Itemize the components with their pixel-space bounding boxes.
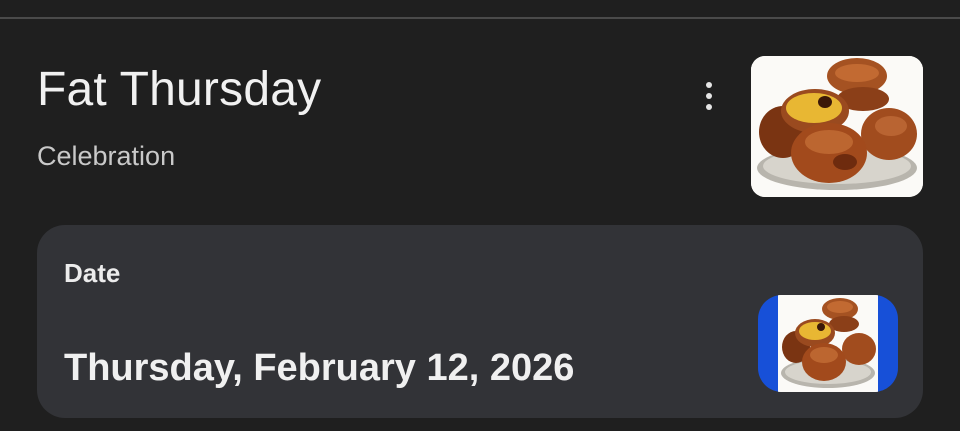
page-subtitle: Celebration [37,141,176,171]
paczki-donuts-thumbnail [778,295,878,392]
overflow-menu-button[interactable] [690,74,728,118]
page-title: Fat Thursday [37,63,322,116]
date-thumbnail[interactable] [758,295,898,392]
date-label: Date [64,258,121,288]
paczki-donuts-photo [751,56,923,197]
more-vert-icon [706,82,712,110]
top-bar [0,0,960,18]
date-card[interactable]: Date Thursday, February 12, 2026 [37,225,923,418]
top-divider [0,17,960,19]
date-value: Thursday, February 12, 2026 [64,347,575,389]
header-image[interactable] [751,56,923,197]
